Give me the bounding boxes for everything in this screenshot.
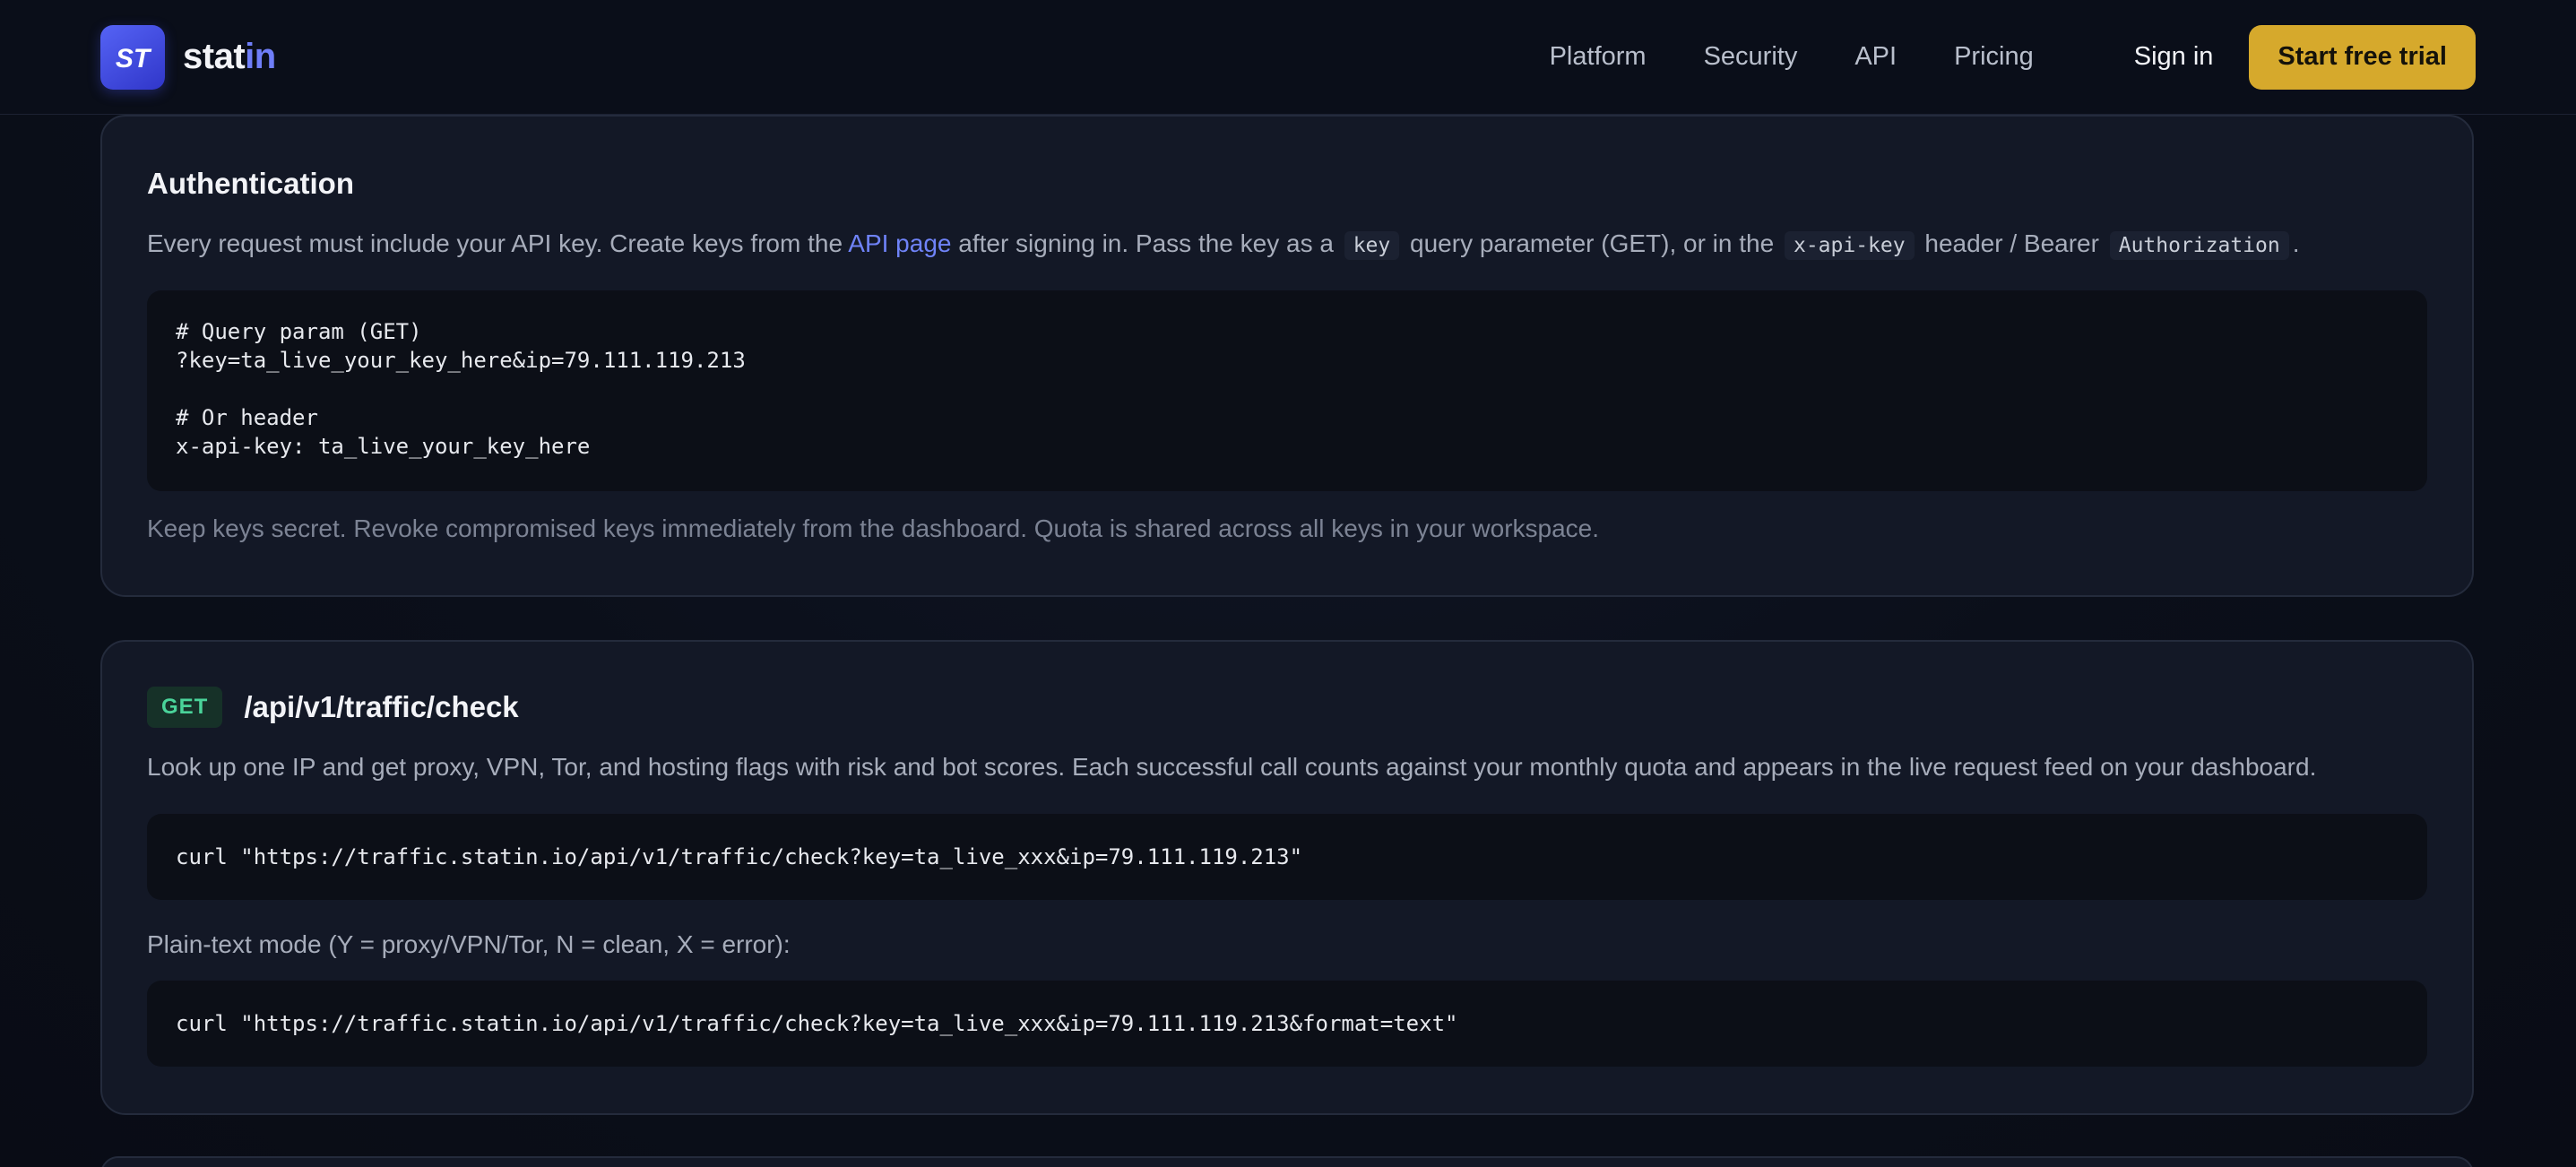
curl-plain-text-example: curl "https://traffic.statin.io/api/v1/t… (176, 1011, 1458, 1036)
nav-security[interactable]: Security (1704, 42, 1798, 72)
authentication-title: Authentication (147, 167, 354, 200)
inline-code-key: key (1344, 231, 1400, 260)
inline-code-x-api-key: x-api-key (1784, 231, 1915, 260)
auth-text-1: Every request must include your API key.… (147, 229, 849, 257)
auth-text-5: . (2292, 229, 2300, 257)
plain-text-mode-label: Plain-text mode (Y = proxy/VPN/Tor, N = … (147, 930, 791, 958)
top-navbar: ST statin Platform Security API Pricing … (0, 0, 2576, 115)
brand-suffix: in (245, 37, 276, 76)
authentication-description: Every request must include your API key.… (147, 226, 2427, 264)
authentication-card: Authentication Every request must includ… (100, 115, 2474, 597)
endpoint-header: GET /api/v1/traffic/check (147, 687, 2427, 728)
curl-example-code-block[interactable]: curl "https://traffic.statin.io/api/v1/t… (147, 814, 2427, 900)
nav-pricing[interactable]: Pricing (1954, 42, 2034, 72)
logo-st-glyph: ST (116, 44, 152, 73)
auth-text-2: after signing in. Pass the key as a (951, 229, 1341, 257)
curl-example: curl "https://traffic.statin.io/api/v1/t… (176, 844, 1303, 869)
brand-prefix: stat (183, 37, 246, 76)
sign-in-link[interactable]: Sign in (2134, 42, 2214, 72)
auth-text-4: header / Bearer (1917, 229, 2106, 257)
logo-mark-icon: ST (100, 24, 165, 90)
traffic-check-endpoint-card: GET /api/v1/traffic/check Look up one IP… (100, 640, 2474, 1115)
api-page-link[interactable]: API page (848, 229, 951, 257)
auth-text-3: query parameter (GET), or in the (1403, 229, 1781, 257)
next-endpoint-card (100, 1156, 2474, 1167)
http-method-badge: GET (147, 687, 223, 728)
nav-platform[interactable]: Platform (1550, 42, 1647, 72)
curl-plain-text-code-block[interactable]: curl "https://traffic.statin.io/api/v1/t… (147, 981, 2427, 1067)
nav-api[interactable]: API (1854, 42, 1897, 72)
main-nav: Platform Security API Pricing (1550, 42, 2034, 72)
brand-logo[interactable]: ST statin (100, 24, 276, 90)
auth-code-block[interactable]: # Query param (GET) ?key=ta_live_your_ke… (147, 290, 2427, 491)
inline-code-authorization: Authorization (2109, 231, 2289, 260)
endpoint-path: /api/v1/traffic/check (244, 690, 519, 723)
svg-text:ST: ST (116, 44, 152, 73)
start-free-trial-button[interactable]: Start free trial (2249, 24, 2476, 90)
brand-name: statin (183, 37, 276, 77)
auth-security-note: Keep keys secret. Revoke compromised key… (147, 514, 1600, 542)
endpoint-description: Look up one IP and get proxy, VPN, Tor, … (147, 753, 2317, 781)
